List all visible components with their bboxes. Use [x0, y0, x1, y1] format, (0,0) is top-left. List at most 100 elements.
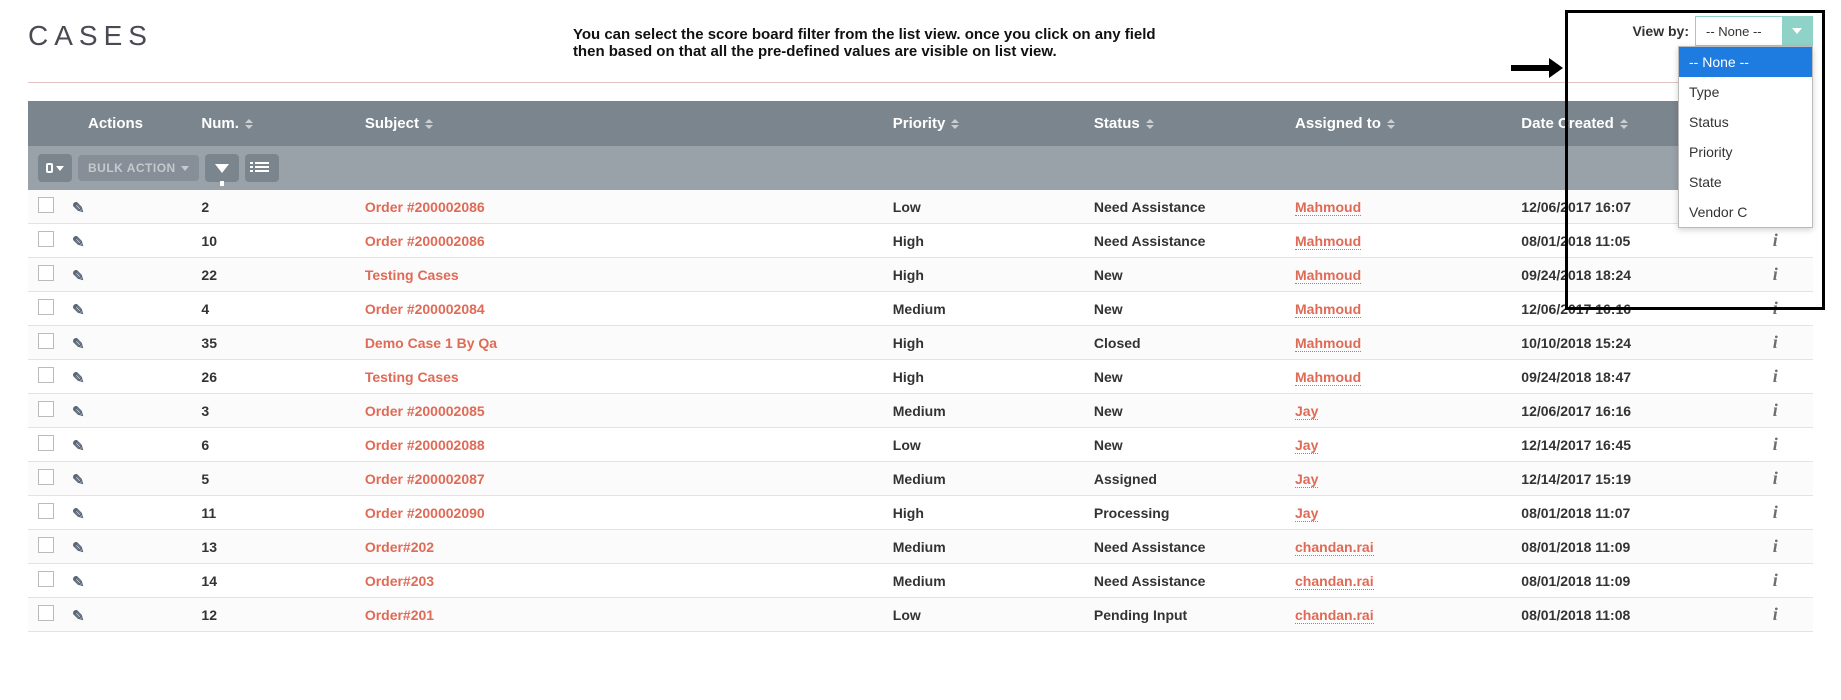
table-row: ✎10Order #200002086HighNeed AssistanceMa…: [28, 224, 1813, 258]
info-icon[interactable]: i: [1773, 434, 1778, 454]
subject-link[interactable]: Order#201: [365, 607, 434, 623]
col-subject[interactable]: Subject: [355, 101, 883, 146]
cell-priority: Medium: [883, 564, 1084, 598]
row-checkbox[interactable]: [38, 231, 54, 247]
info-icon[interactable]: i: [1773, 400, 1778, 420]
row-checkbox[interactable]: [38, 367, 54, 383]
list-view-button[interactable]: [245, 154, 279, 182]
table-row: ✎5Order #200002087MediumAssignedJay12/14…: [28, 462, 1813, 496]
subject-link[interactable]: Demo Case 1 By Qa: [365, 335, 497, 351]
subject-link[interactable]: Order #200002085: [365, 403, 485, 419]
viewby-option[interactable]: -- None --: [1679, 47, 1812, 77]
help-text-line2: then based on that all the pre-defined v…: [573, 43, 1057, 60]
edit-icon[interactable]: ✎: [72, 437, 85, 455]
assigned-link[interactable]: chandan.rai: [1295, 573, 1374, 590]
select-mode-button[interactable]: [38, 154, 72, 182]
edit-icon[interactable]: ✎: [72, 267, 85, 285]
row-checkbox[interactable]: [38, 503, 54, 519]
assigned-link[interactable]: Mahmoud: [1295, 369, 1361, 386]
info-icon[interactable]: i: [1773, 468, 1778, 488]
viewby-dropdown[interactable]: -- None --TypeStatusPriorityStateVendor …: [1678, 46, 1813, 228]
subject-link[interactable]: Order #200002090: [365, 505, 485, 521]
assigned-link[interactable]: Mahmoud: [1295, 199, 1361, 216]
assigned-link[interactable]: Mahmoud: [1295, 267, 1361, 284]
viewby-select[interactable]: -- None --: [1695, 16, 1813, 46]
row-checkbox[interactable]: [38, 571, 54, 587]
edit-icon[interactable]: ✎: [72, 369, 85, 387]
info-icon[interactable]: i: [1773, 264, 1778, 284]
row-checkbox[interactable]: [38, 265, 54, 281]
row-checkbox[interactable]: [38, 197, 54, 213]
rectangle-icon: [46, 163, 53, 173]
edit-icon[interactable]: ✎: [72, 471, 85, 489]
edit-icon[interactable]: ✎: [72, 607, 85, 625]
viewby-option[interactable]: Type: [1679, 77, 1812, 107]
assigned-link[interactable]: Mahmoud: [1295, 233, 1361, 250]
col-actions[interactable]: Actions: [28, 101, 191, 146]
edit-icon[interactable]: ✎: [72, 335, 85, 353]
table-row: ✎26Testing CasesHighNewMahmoud09/24/2018…: [28, 360, 1813, 394]
col-status[interactable]: Status: [1084, 101, 1285, 146]
row-checkbox[interactable]: [38, 537, 54, 553]
row-checkbox[interactable]: [38, 401, 54, 417]
edit-icon[interactable]: ✎: [72, 199, 85, 217]
row-checkbox[interactable]: [38, 435, 54, 451]
info-icon[interactable]: i: [1773, 366, 1778, 386]
edit-icon[interactable]: ✎: [72, 403, 85, 421]
row-checkbox[interactable]: [38, 469, 54, 485]
subject-link[interactable]: Testing Cases: [365, 267, 459, 283]
edit-icon[interactable]: ✎: [72, 573, 85, 591]
assigned-link[interactable]: Jay: [1295, 471, 1318, 488]
help-text: You can select the score board filter fr…: [573, 20, 1223, 60]
assigned-link[interactable]: chandan.rai: [1295, 607, 1374, 624]
assigned-link[interactable]: Mahmoud: [1295, 335, 1361, 352]
subject-link[interactable]: Order #200002086: [365, 233, 485, 249]
row-checkbox[interactable]: [38, 299, 54, 315]
assigned-link[interactable]: Mahmoud: [1295, 301, 1361, 318]
table-row: ✎11Order #200002090HighProcessingJay08/0…: [28, 496, 1813, 530]
info-icon[interactable]: i: [1773, 332, 1778, 352]
edit-icon[interactable]: ✎: [72, 233, 85, 251]
info-icon[interactable]: i: [1773, 230, 1778, 250]
assigned-link[interactable]: chandan.rai: [1295, 539, 1374, 556]
cell-status: New: [1084, 360, 1285, 394]
col-priority[interactable]: Priority: [883, 101, 1084, 146]
cell-num: 13: [191, 530, 354, 564]
info-icon[interactable]: i: [1773, 298, 1778, 318]
col-assigned[interactable]: Assigned to: [1285, 101, 1511, 146]
row-checkbox[interactable]: [38, 605, 54, 621]
info-icon[interactable]: i: [1773, 570, 1778, 590]
cell-num: 11: [191, 496, 354, 530]
info-icon[interactable]: i: [1773, 604, 1778, 624]
filter-button[interactable]: [205, 154, 239, 182]
assigned-link[interactable]: Jay: [1295, 437, 1318, 454]
subject-link[interactable]: Order #200002086: [365, 199, 485, 215]
subject-link[interactable]: Order #200002087: [365, 471, 485, 487]
info-icon[interactable]: i: [1773, 536, 1778, 556]
col-num[interactable]: Num.: [191, 101, 354, 146]
subject-link[interactable]: Order#202: [365, 539, 434, 555]
edit-icon[interactable]: ✎: [72, 539, 85, 557]
col-subject-label: Subject: [365, 115, 419, 132]
info-icon[interactable]: i: [1773, 502, 1778, 522]
subject-link[interactable]: Order #200002084: [365, 301, 485, 317]
cell-status: New: [1084, 292, 1285, 326]
bulk-action-button[interactable]: BULK ACTION: [78, 155, 199, 181]
viewby-dropdown-button[interactable]: [1782, 17, 1812, 45]
subject-link[interactable]: Order #200002088: [365, 437, 485, 453]
col-date-label: Date Created: [1521, 115, 1614, 132]
viewby-option[interactable]: Priority: [1679, 137, 1812, 167]
cell-priority: High: [883, 258, 1084, 292]
edit-icon[interactable]: ✎: [72, 301, 85, 319]
subject-link[interactable]: Testing Cases: [365, 369, 459, 385]
viewby-selected-text: -- None --: [1696, 24, 1782, 39]
subject-link[interactable]: Order#203: [365, 573, 434, 589]
table-toolbar-row: BULK ACTION K ‹ (1 -: [28, 146, 1813, 190]
viewby-option[interactable]: State: [1679, 167, 1812, 197]
viewby-option[interactable]: Vendor C: [1679, 197, 1812, 227]
assigned-link[interactable]: Jay: [1295, 505, 1318, 522]
row-checkbox[interactable]: [38, 333, 54, 349]
edit-icon[interactable]: ✎: [72, 505, 85, 523]
viewby-option[interactable]: Status: [1679, 107, 1812, 137]
assigned-link[interactable]: Jay: [1295, 403, 1318, 420]
